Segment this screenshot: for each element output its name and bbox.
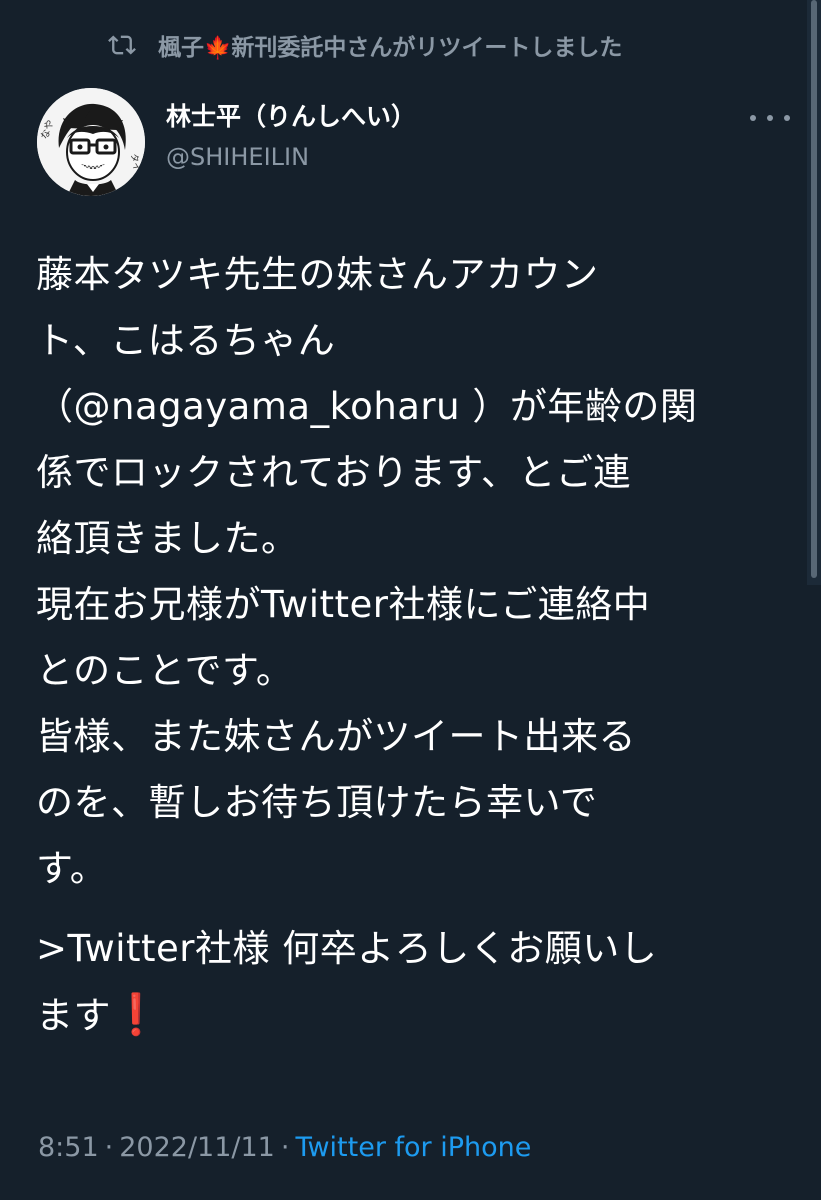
avatar-illustration: なや タイ xyxy=(37,88,145,196)
author-info[interactable]: 林士平（りんしへい） @SHIHEILIN xyxy=(166,100,416,174)
retweet-icon xyxy=(108,35,136,55)
more-dot xyxy=(750,115,756,121)
exclamation-emoji: ❗ xyxy=(111,992,162,1038)
more-dot xyxy=(767,115,773,121)
tweet-date[interactable]: 2022/11/11 xyxy=(119,1132,275,1163)
retweet-suffix: 新刊委託中さんがリツイートしました xyxy=(231,35,623,61)
tweet-line: のを、暫しお待ち頂けたら幸いで xyxy=(36,781,598,824)
tweet-time[interactable]: 8:51 xyxy=(38,1132,99,1163)
tweet-line: （@nagayama_koharu ）が年齢の関 xyxy=(36,385,698,428)
more-options-icon[interactable] xyxy=(750,104,790,132)
scrollbar-thumb[interactable] xyxy=(811,0,817,578)
tweet-line: 藤本タツキ先生の妹さんアカウン xyxy=(36,253,599,296)
tweet-line: ト、こはるちゃん xyxy=(36,319,336,362)
tweet-line: す。 xyxy=(36,847,108,890)
tweet-detail-view: 楓子🍁新刊委託中さんがリツイートしました なや タイ 林士平（りんしへい） @S… xyxy=(0,0,821,1200)
author-handle[interactable]: @SHIHEILIN xyxy=(166,140,416,174)
retweeter-name: 楓子 xyxy=(158,35,204,61)
tweet-line: 係でロックされております、とご連 xyxy=(36,451,631,494)
more-dot xyxy=(784,115,790,121)
maple-leaf-emoji: 🍁 xyxy=(204,36,232,61)
tweet-line: 皆様、また妹さんがツイート出来る xyxy=(36,715,636,758)
tweet-text: 藤本タツキ先生の妹さんアカウン ト、こはるちゃん （@nagayama_koha… xyxy=(36,242,796,1048)
tweet-line: 絡頂きました。 xyxy=(36,517,299,560)
meta-separator: · xyxy=(104,1132,114,1163)
avatar[interactable]: なや タイ xyxy=(37,88,145,196)
tweet-closing-line-2: ます❗ xyxy=(36,982,796,1048)
tweet-line: 現在お兄様がTwitter社様にご連絡中 xyxy=(36,583,651,626)
tweet-source-link[interactable]: Twitter for iPhone xyxy=(295,1132,531,1163)
meta-separator: · xyxy=(280,1132,290,1163)
retweet-label: 楓子🍁新刊委託中さんがリツイートしました xyxy=(158,28,622,62)
tweet-line: とのことです。 xyxy=(36,649,294,692)
author-name[interactable]: 林士平（りんしへい） xyxy=(166,100,416,134)
tweet-closing-line: >Twitter社様 何卒よろしくお願いし xyxy=(36,927,658,970)
tweet-metadata: 8:51 · 2022/11/11 · Twitter for iPhone xyxy=(38,1128,531,1168)
tweet-closing-text: ます xyxy=(36,994,111,1037)
scrollbar[interactable] xyxy=(807,0,821,585)
retweet-context[interactable]: 楓子🍁新刊委託中さんがリツイートしました xyxy=(108,26,622,64)
